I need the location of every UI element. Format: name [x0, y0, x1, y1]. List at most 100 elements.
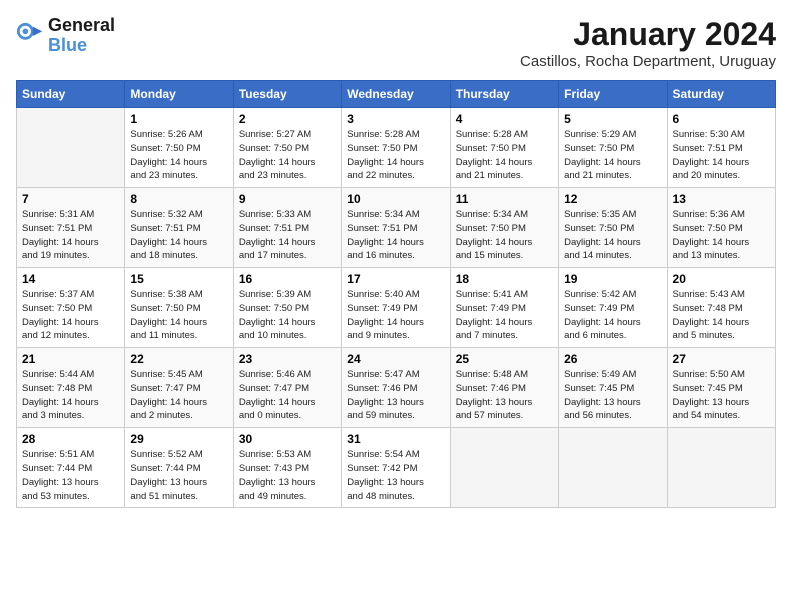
day-info: Sunrise: 5:34 AM Sunset: 7:51 PM Dayligh… — [347, 208, 444, 263]
day-number: 21 — [22, 352, 119, 366]
day-number: 30 — [239, 432, 336, 446]
col-header-sunday: Sunday — [17, 81, 125, 108]
day-info: Sunrise: 5:41 AM Sunset: 7:49 PM Dayligh… — [456, 288, 553, 343]
day-number: 4 — [456, 112, 553, 126]
col-header-friday: Friday — [559, 81, 667, 108]
day-info: Sunrise: 5:46 AM Sunset: 7:47 PM Dayligh… — [239, 368, 336, 423]
day-info: Sunrise: 5:53 AM Sunset: 7:43 PM Dayligh… — [239, 448, 336, 503]
day-number: 10 — [347, 192, 444, 206]
day-cell: 10 Sunrise: 5:34 AM Sunset: 7:51 PM Dayli… — [342, 188, 450, 268]
day-cell: 29 Sunrise: 5:52 AM Sunset: 7:44 PM Dayli… — [125, 428, 233, 508]
day-number: 27 — [673, 352, 770, 366]
day-info: Sunrise: 5:35 AM Sunset: 7:50 PM Dayligh… — [564, 208, 661, 263]
day-number: 20 — [673, 272, 770, 286]
logo: General Blue — [16, 16, 115, 56]
logo-line2: Blue — [48, 36, 115, 56]
day-number: 13 — [673, 192, 770, 206]
day-cell: 31Sunrise: 5:54 AM Sunset: 7:42 PM Dayli… — [342, 428, 450, 508]
day-cell: 16 Sunrise: 5:39 AM Sunset: 7:50 PM Dayli… — [233, 268, 341, 348]
day-info: Sunrise: 5:32 AM Sunset: 7:51 PM Dayligh… — [130, 208, 227, 263]
day-number: 18 — [456, 272, 553, 286]
day-number: 31 — [347, 432, 444, 446]
day-number: 3 — [347, 112, 444, 126]
day-cell: 3 Sunrise: 5:28 AM Sunset: 7:50 PM Daylig… — [342, 108, 450, 188]
day-cell: 23 Sunrise: 5:46 AM Sunset: 7:47 PM Dayli… — [233, 348, 341, 428]
day-cell: 14Sunrise: 5:37 AM Sunset: 7:50 PM Dayli… — [17, 268, 125, 348]
day-info: Sunrise: 5:36 AM Sunset: 7:50 PM Dayligh… — [673, 208, 770, 263]
day-cell: 9Sunrise: 5:33 AM Sunset: 7:51 PM Daylig… — [233, 188, 341, 268]
day-info: Sunrise: 5:42 AM Sunset: 7:49 PM Dayligh… — [564, 288, 661, 343]
day-cell: 19 Sunrise: 5:42 AM Sunset: 7:49 PM Dayli… — [559, 268, 667, 348]
week-row-5: 28 Sunrise: 5:51 AM Sunset: 7:44 PM Dayli… — [17, 428, 776, 508]
day-number: 28 — [22, 432, 119, 446]
day-number: 17 — [347, 272, 444, 286]
day-info: Sunrise: 5:40 AM Sunset: 7:49 PM Dayligh… — [347, 288, 444, 343]
day-number: 1 — [130, 112, 227, 126]
day-number: 24 — [347, 352, 444, 366]
day-info: Sunrise: 5:28 AM Sunset: 7:50 PM Dayligh… — [456, 128, 553, 183]
day-number: 19 — [564, 272, 661, 286]
day-cell: 21 Sunrise: 5:44 AM Sunset: 7:48 PM Dayli… — [17, 348, 125, 428]
day-number: 26 — [564, 352, 661, 366]
day-info: Sunrise: 5:39 AM Sunset: 7:50 PM Dayligh… — [239, 288, 336, 343]
day-cell: 4 Sunrise: 5:28 AM Sunset: 7:50 PM Daylig… — [450, 108, 558, 188]
day-cell: 28 Sunrise: 5:51 AM Sunset: 7:44 PM Dayli… — [17, 428, 125, 508]
day-info: Sunrise: 5:28 AM Sunset: 7:50 PM Dayligh… — [347, 128, 444, 183]
day-number: 29 — [130, 432, 227, 446]
day-cell: 7 Sunrise: 5:31 AM Sunset: 7:51 PM Daylig… — [17, 188, 125, 268]
day-info: Sunrise: 5:26 AM Sunset: 7:50 PM Dayligh… — [130, 128, 227, 183]
location-subtitle: Castillos, Rocha Department, Uruguay — [520, 53, 776, 70]
day-number: 12 — [564, 192, 661, 206]
day-number: 8 — [130, 192, 227, 206]
day-cell — [17, 108, 125, 188]
day-cell: 11Sunrise: 5:34 AM Sunset: 7:50 PM Dayli… — [450, 188, 558, 268]
day-number: 15 — [130, 272, 227, 286]
col-header-monday: Monday — [125, 81, 233, 108]
day-cell: 25Sunrise: 5:48 AM Sunset: 7:46 PM Dayli… — [450, 348, 558, 428]
day-info: Sunrise: 5:47 AM Sunset: 7:46 PM Dayligh… — [347, 368, 444, 423]
page-header: General Blue January 2024 Castillos, Roc… — [16, 16, 776, 70]
day-cell — [559, 428, 667, 508]
logo-text: General Blue — [48, 16, 115, 56]
day-cell: 24 Sunrise: 5:47 AM Sunset: 7:46 PM Dayli… — [342, 348, 450, 428]
day-number: 7 — [22, 192, 119, 206]
day-cell: 15Sunrise: 5:38 AM Sunset: 7:50 PM Dayli… — [125, 268, 233, 348]
day-number: 14 — [22, 272, 119, 286]
day-info: Sunrise: 5:30 AM Sunset: 7:51 PM Dayligh… — [673, 128, 770, 183]
day-number: 22 — [130, 352, 227, 366]
day-number: 11 — [456, 192, 553, 206]
day-cell: 13 Sunrise: 5:36 AM Sunset: 7:50 PM Dayli… — [667, 188, 775, 268]
day-cell: 17 Sunrise: 5:40 AM Sunset: 7:49 PM Dayli… — [342, 268, 450, 348]
day-number: 23 — [239, 352, 336, 366]
col-header-wednesday: Wednesday — [342, 81, 450, 108]
day-number: 2 — [239, 112, 336, 126]
day-info: Sunrise: 5:43 AM Sunset: 7:48 PM Dayligh… — [673, 288, 770, 343]
header-row: SundayMondayTuesdayWednesdayThursdayFrid… — [17, 81, 776, 108]
col-header-saturday: Saturday — [667, 81, 775, 108]
day-cell: 5Sunrise: 5:29 AM Sunset: 7:50 PM Daylig… — [559, 108, 667, 188]
logo-line1: General — [48, 16, 115, 36]
day-cell: 20 Sunrise: 5:43 AM Sunset: 7:48 PM Dayli… — [667, 268, 775, 348]
calendar-table: SundayMondayTuesdayWednesdayThursdayFrid… — [16, 80, 776, 508]
day-info: Sunrise: 5:44 AM Sunset: 7:48 PM Dayligh… — [22, 368, 119, 423]
day-cell: 8 Sunrise: 5:32 AM Sunset: 7:51 PM Daylig… — [125, 188, 233, 268]
day-cell — [667, 428, 775, 508]
day-number: 16 — [239, 272, 336, 286]
week-row-3: 14Sunrise: 5:37 AM Sunset: 7:50 PM Dayli… — [17, 268, 776, 348]
month-title: January 2024 — [520, 16, 776, 53]
col-header-thursday: Thursday — [450, 81, 558, 108]
day-cell: 26 Sunrise: 5:49 AM Sunset: 7:45 PM Dayli… — [559, 348, 667, 428]
day-number: 6 — [673, 112, 770, 126]
week-row-1: 1 Sunrise: 5:26 AM Sunset: 7:50 PM Daylig… — [17, 108, 776, 188]
day-cell: 27 Sunrise: 5:50 AM Sunset: 7:45 PM Dayli… — [667, 348, 775, 428]
day-number: 9 — [239, 192, 336, 206]
day-info: Sunrise: 5:49 AM Sunset: 7:45 PM Dayligh… — [564, 368, 661, 423]
day-info: Sunrise: 5:52 AM Sunset: 7:44 PM Dayligh… — [130, 448, 227, 503]
day-cell: 18 Sunrise: 5:41 AM Sunset: 7:49 PM Dayli… — [450, 268, 558, 348]
day-info: Sunrise: 5:51 AM Sunset: 7:44 PM Dayligh… — [22, 448, 119, 503]
day-cell: 30 Sunrise: 5:53 AM Sunset: 7:43 PM Dayli… — [233, 428, 341, 508]
day-info: Sunrise: 5:50 AM Sunset: 7:45 PM Dayligh… — [673, 368, 770, 423]
day-info: Sunrise: 5:31 AM Sunset: 7:51 PM Dayligh… — [22, 208, 119, 263]
title-block: January 2024 Castillos, Rocha Department… — [520, 16, 776, 70]
week-row-4: 21 Sunrise: 5:44 AM Sunset: 7:48 PM Dayli… — [17, 348, 776, 428]
